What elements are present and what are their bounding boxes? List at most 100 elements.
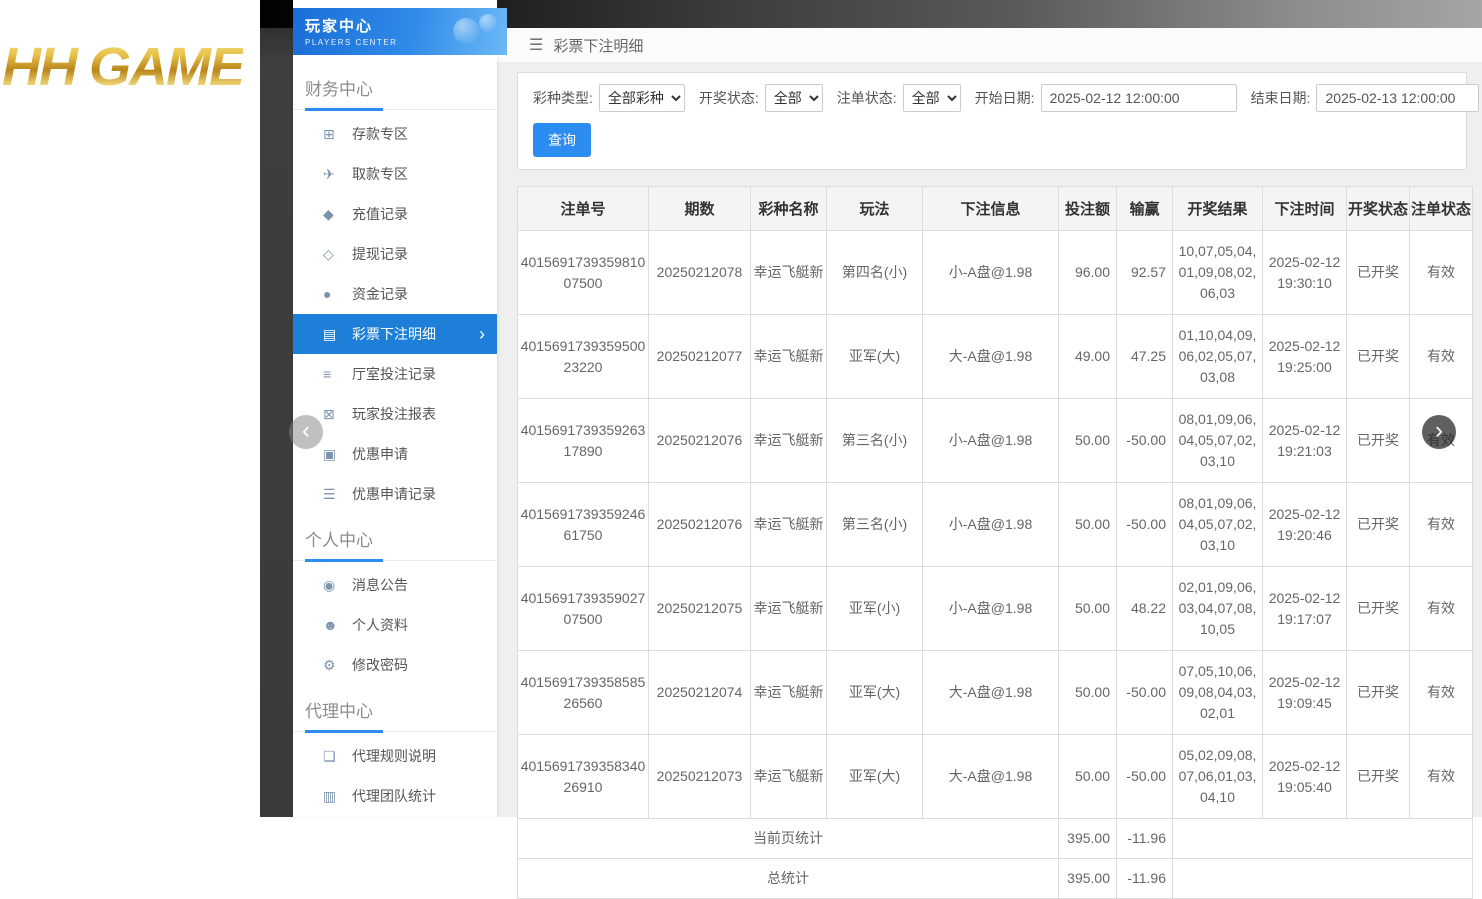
table-cell: -50.00 — [1117, 399, 1173, 483]
table-cell: 大-A盘@1.98 — [923, 735, 1059, 819]
summary-row-grand-total: 总统计 395.00 -11.96 — [518, 859, 1473, 899]
sidebar-item-label: 优惠申请 — [352, 444, 408, 464]
table-cell: 49.00 — [1059, 315, 1117, 399]
table-cell: 亚军(大) — [827, 735, 923, 819]
table-cell: 20250212074 — [649, 651, 751, 735]
lottery-type-select[interactable]: 全部彩种 — [599, 84, 685, 112]
table-cell: 10,07,05,04,01,09,08,02,06,03 — [1173, 231, 1263, 315]
page-title: 彩票下注明细 — [553, 35, 643, 56]
sidebar-item[interactable]: ▥代理团队统计 — [293, 776, 497, 816]
column-header: 彩种名称 — [751, 187, 827, 231]
table-cell: 第四名(小) — [827, 231, 923, 315]
sidebar-item[interactable]: ▣优惠申请 — [293, 434, 497, 474]
table-cell: 有效 — [1410, 483, 1473, 567]
table-cell: 有效 — [1410, 735, 1473, 819]
table-cell: 幸运飞艇新 — [751, 231, 827, 315]
table-cell: 第三名(小) — [827, 399, 923, 483]
sidebar-item[interactable]: ▤彩票下注明细› — [293, 314, 497, 354]
table-row: 40156917393583402691020250212073幸运飞艇新亚军(… — [518, 735, 1473, 819]
table-cell: 已开奖 — [1347, 567, 1410, 651]
withdraw-icon: ✈ — [323, 166, 345, 183]
table-cell: 05,02,09,08,07,06,01,03,04,10 — [1173, 735, 1263, 819]
table-cell: 2025-02-12 19:05:40 — [1263, 735, 1347, 819]
bets-table: 注单号期数彩种名称玩法下注信息投注额输赢开奖结果下注时间开奖状态注单状态 401… — [517, 186, 1473, 899]
sidebar-item[interactable]: ●资金记录 — [293, 274, 497, 314]
table-cell: 20250212073 — [649, 735, 751, 819]
sidebar-item-label: 提现记录 — [352, 244, 408, 264]
sidebar-item[interactable]: ◇提现记录 — [293, 234, 497, 274]
bets-table-wrap: 注单号期数彩种名称玩法下注信息投注额输赢开奖结果下注时间开奖状态注单状态 401… — [517, 186, 1467, 899]
table-cell: 401569173935981007500 — [518, 231, 649, 315]
column-header: 注单状态 — [1410, 187, 1473, 231]
sidebar-item[interactable]: ❏代理规则说明 — [293, 736, 497, 776]
table-cell: 幸运飞艇新 — [751, 735, 827, 819]
sidebar-section-title: 代理中心 — [293, 685, 497, 732]
sidebar-header: 玩家中心 PLAYERS CENTER — [293, 8, 507, 55]
table-cell: 20250212075 — [649, 567, 751, 651]
summary-bet-total: 395.00 — [1059, 859, 1117, 899]
start-date-input[interactable] — [1041, 84, 1237, 112]
lottery-balls-icon — [453, 14, 497, 50]
table-cell: 08,01,09,06,04,05,07,02,03,10 — [1173, 483, 1263, 567]
hall-bet-record-icon: ≡ — [323, 366, 345, 382]
breadcrumb-bar: ☰ 彩票下注明细 — [497, 28, 1482, 63]
summary-bet-total: 395.00 — [1059, 819, 1117, 859]
table-row: 40156917393590270750020250212075幸运飞艇新亚军(… — [518, 567, 1473, 651]
table-cell: 有效 — [1410, 651, 1473, 735]
sidebar-item[interactable]: ≡厅室投注记录 — [293, 354, 497, 394]
table-cell: 已开奖 — [1347, 483, 1410, 567]
dark-divider — [260, 0, 293, 817]
sidebar-item[interactable]: ⊞存款专区 — [293, 114, 497, 154]
draw-status-label: 开奖状态: — [699, 88, 759, 108]
agent-rules-doc-icon: ❏ — [323, 748, 345, 765]
agent-team-stats-icon: ▥ — [323, 788, 345, 805]
summary-row-current-page: 当前页统计 395.00 -11.96 — [518, 819, 1473, 859]
prev-page-arrow[interactable]: ‹ — [289, 415, 323, 449]
summary-empty — [1173, 859, 1473, 899]
table-cell: 92.57 — [1117, 231, 1173, 315]
sidebar-item[interactable]: ☰优惠申请记录 — [293, 474, 497, 514]
end-date-input[interactable] — [1316, 84, 1479, 112]
column-header: 期数 — [649, 187, 751, 231]
table-cell: 20250212076 — [649, 483, 751, 567]
table-cell: 2025-02-12 19:09:45 — [1263, 651, 1347, 735]
sidebar-item[interactable]: ✈取款专区 — [293, 154, 497, 194]
lottery-type-label: 彩种类型: — [533, 88, 593, 108]
sidebar-item-label: 充值记录 — [352, 204, 408, 224]
menu-toggle-icon[interactable]: ☰ — [529, 35, 543, 55]
summary-label: 总统计 — [518, 859, 1059, 899]
column-header: 玩法 — [827, 187, 923, 231]
table-cell: 有效 — [1410, 567, 1473, 651]
sidebar-item[interactable]: ⊠玩家投注报表 — [293, 394, 497, 434]
table-cell: 401569173935950023220 — [518, 315, 649, 399]
table-row: 40156917393592631789020250212076幸运飞艇新第三名… — [518, 399, 1473, 483]
table-row: 40156917393598100750020250212078幸运飞艇新第四名… — [518, 231, 1473, 315]
sidebar-item[interactable]: ◉消息公告 — [293, 565, 497, 605]
draw-status-select[interactable]: 全部 — [765, 84, 823, 112]
table-cell: 小-A盘@1.98 — [923, 567, 1059, 651]
brand-logo: HH GAME — [2, 36, 243, 98]
table-cell: 幸运飞艇新 — [751, 399, 827, 483]
password-gear-icon: ⚙ — [323, 657, 345, 674]
table-cell: 幸运飞艇新 — [751, 651, 827, 735]
sidebar-item[interactable]: ☻个人资料 — [293, 605, 497, 645]
table-cell: 亚军(小) — [827, 567, 923, 651]
search-button[interactable]: 查询 — [533, 123, 591, 157]
table-cell: 有效 — [1410, 315, 1473, 399]
table-cell: 小-A盘@1.98 — [923, 399, 1059, 483]
sidebar: 玩家中心 PLAYERS CENTER 财务中心⊞存款专区✈取款专区◆充值记录◇… — [293, 0, 497, 817]
logo-panel: HH GAME — [0, 0, 260, 817]
sidebar-item-label: 优惠申请记录 — [352, 484, 436, 504]
sidebar-item[interactable]: ◆ 充值记录 — [293, 194, 497, 234]
table-cell: 20250212078 — [649, 231, 751, 315]
summary-empty — [1173, 819, 1473, 859]
recharge-record-icon: ◆ — [323, 206, 345, 223]
table-cell: 401569173935834026910 — [518, 735, 649, 819]
next-page-arrow[interactable]: › — [1422, 415, 1456, 449]
bet-status-select[interactable]: 全部 — [903, 84, 961, 112]
summary-winloss-total: -11.96 — [1117, 819, 1173, 859]
sidebar-item-label: 修改密码 — [352, 655, 408, 675]
sidebar-item-label: 消息公告 — [352, 575, 408, 595]
start-date-label: 开始日期: — [975, 88, 1035, 108]
sidebar-item[interactable]: ⚙ 修改密码 — [293, 645, 497, 685]
